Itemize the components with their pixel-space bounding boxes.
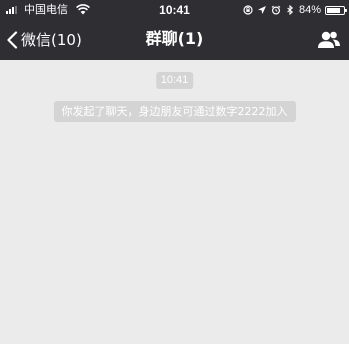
alarm-icon [271,5,281,15]
bluetooth-icon [287,5,293,15]
message-timestamp: 10:41 [155,72,194,89]
header: 中国电信 10:41 84% 微信(10) 群聊(1) [0,0,349,60]
chat-area[interactable]: 10:41 你发起了聊天，身边朋友可通过数字2222加入 [0,60,349,344]
location-arrow-icon [257,6,266,14]
system-message: 你发起了聊天，身边朋友可通过数字2222加入 [53,101,296,122]
chat-screen: 中国电信 10:41 84% 微信(10) 群聊(1) 10:41 你发起了聊天… [0,0,349,344]
orientation-lock-icon [243,5,253,15]
status-indicators: 84% [243,3,347,17]
status-bar: 中国电信 10:41 84% [0,0,349,20]
group-contacts-icon[interactable] [317,29,341,51]
battery-icon [325,5,347,15]
battery-percent: 84% [298,4,321,16]
page-title: 群聊(1) [145,29,204,48]
nav-bar: 微信(10) 群聊(1) [0,20,349,60]
